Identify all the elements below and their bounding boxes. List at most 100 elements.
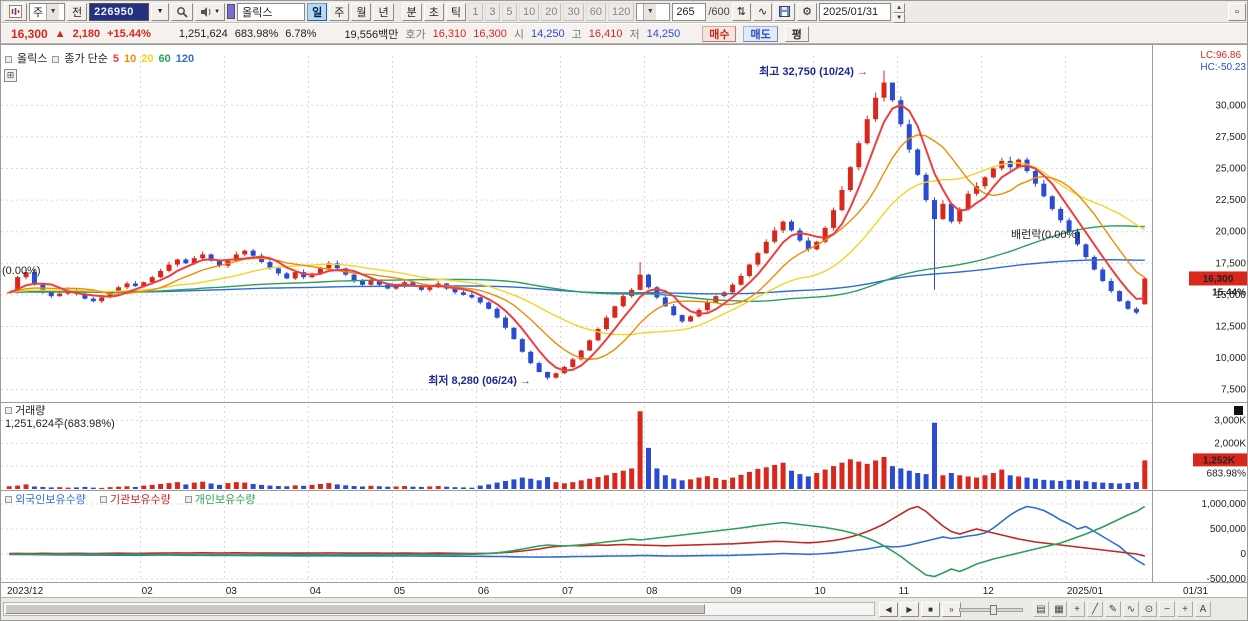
period-week-button[interactable]: 주	[329, 2, 350, 21]
svg-text:500,000: 500,000	[1210, 524, 1247, 535]
svg-text:08: 08	[646, 586, 658, 597]
buy-button[interactable]: 매수	[702, 25, 737, 42]
trendline-icon[interactable]: ╱	[1087, 601, 1103, 617]
announcement-icon[interactable]: ▼	[195, 2, 226, 21]
period-month-button[interactable]: 월	[351, 2, 372, 21]
volume-header: 거래량 1,251,624주(683.98%)	[5, 405, 115, 431]
period-second-button[interactable]: 초	[423, 2, 444, 21]
quote-bar: 16,300 ▲ 2,180 +15.44% 1,251,624 683.98%…	[1, 24, 1247, 44]
stock-name-input[interactable]: 올릭스	[237, 2, 306, 21]
arrow-right-icon: →	[857, 66, 868, 78]
svg-text:-500,000: -500,000	[1207, 574, 1247, 585]
scroll-right-button[interactable]: ▶	[900, 602, 919, 617]
zoom-in-icon[interactable]: +	[1177, 601, 1193, 617]
chart-settings-icon[interactable]: ⚙	[797, 2, 818, 21]
spinner-down-icon[interactable]: ▼	[893, 12, 906, 23]
interval-select[interactable]: ▼	[636, 2, 671, 21]
chart-canvas[interactable]: 30,00027,50025,00022,50020,00017,50015,0…	[1, 44, 1248, 597]
sell-button[interactable]: 매도	[743, 25, 778, 42]
ma-period-120: 120	[175, 53, 195, 65]
font-size-icon[interactable]: A	[1195, 601, 1211, 617]
low-annotation: 최저 8,280 (06/24) →	[369, 375, 531, 388]
period-tick-button[interactable]: 틱	[445, 2, 466, 21]
period-minute-button[interactable]: 분	[401, 2, 422, 21]
high-annotation: 최고 32,750 (10/24) →	[696, 66, 868, 79]
chart-menu-icon[interactable]	[4, 2, 27, 21]
chevron-down-icon: ▼	[643, 3, 657, 20]
minute-1-button[interactable]: 1	[467, 2, 483, 21]
candle-total-label: /600	[708, 5, 730, 18]
minute-60-button[interactable]: 60	[585, 2, 606, 21]
current-price: 16,300	[11, 26, 48, 41]
ownership-bullet-icon	[184, 496, 192, 503]
speaker-icon	[201, 6, 211, 17]
scale-updown-icon[interactable]: ⇅	[731, 2, 751, 21]
minute-120-button[interactable]: 120	[607, 2, 635, 21]
high-annotation-text: 최고 32,750 (10/24)	[759, 66, 854, 78]
legend-grid-icon[interactable]: ⊞	[4, 69, 17, 82]
save-chart-icon[interactable]	[774, 2, 796, 21]
code-dropdown-icon[interactable]: ▼	[151, 2, 170, 21]
floppy-disk-icon	[779, 6, 791, 17]
minute-5-button[interactable]: 5	[501, 2, 517, 21]
crosshair-icon[interactable]: +	[1069, 601, 1085, 617]
date-spinner[interactable]: ▲ ▼	[893, 2, 906, 23]
bottom-bar: ◀ ▶ ■ » ▤ ▦ + ╱ ✎ ∿ ⊙ − + A	[1, 597, 1247, 620]
scroll-stop-button[interactable]: ■	[921, 602, 940, 617]
svg-text:12,500: 12,500	[1215, 321, 1246, 332]
toolbar-more-icon[interactable]: ▫	[1228, 2, 1246, 21]
svg-text:01/31: 01/31	[1183, 586, 1208, 597]
svg-text:22,500: 22,500	[1215, 195, 1246, 206]
period-day-button[interactable]: 일	[307, 2, 328, 21]
candle-count-input[interactable]: 265	[672, 2, 707, 21]
multi-chart-icon[interactable]: ▦	[1051, 601, 1067, 617]
pencil-icon[interactable]: ✎	[1105, 601, 1121, 617]
zoom-slider[interactable]	[959, 605, 1023, 615]
price-change-pct: +15.44%	[107, 27, 151, 40]
zoom-slider-thumb[interactable]	[990, 605, 997, 615]
chart-scrollbar[interactable]	[3, 602, 875, 616]
legend-symbol: 올릭스	[17, 53, 48, 65]
hoga-label: 호가	[405, 28, 426, 41]
ask-price: 16,310	[432, 27, 467, 40]
scroll-left-button[interactable]: ◀	[879, 602, 898, 617]
minute-30-button[interactable]: 30	[563, 2, 584, 21]
high-label: 고	[571, 28, 582, 41]
ma-period-20: 20	[141, 53, 154, 65]
hc-value: HC:-50.23	[1200, 62, 1246, 73]
open-label: 시	[513, 28, 525, 41]
indicator-icon[interactable]: ∿	[1123, 601, 1139, 617]
minute-20-button[interactable]: 20	[541, 2, 562, 21]
svg-text:03: 03	[226, 586, 238, 597]
stock-code-input[interactable]: 226950	[89, 2, 150, 21]
svg-text:10,000: 10,000	[1215, 353, 1246, 364]
spinner-up-icon[interactable]: ▲	[893, 2, 906, 13]
up-arrow-icon: ▲	[54, 27, 66, 40]
prev-stock-button[interactable]: 전	[67, 2, 88, 21]
minute-10-button[interactable]: 10	[518, 2, 540, 21]
magnifier-icon[interactable]: ⊙	[1141, 601, 1157, 617]
svg-text:16,300: 16,300	[1203, 274, 1234, 285]
volume-option-icon[interactable]	[1234, 406, 1243, 415]
avg-button[interactable]: 평	[784, 25, 809, 42]
line-style-icon[interactable]: ∿	[752, 2, 773, 21]
price-change: 2,180	[72, 27, 101, 40]
svg-text:3,000K: 3,000K	[1214, 415, 1246, 426]
open-price: 14,250	[531, 27, 565, 40]
high-price: 16,410	[588, 27, 623, 40]
market-type-select[interactable]: 주 ▼	[29, 2, 65, 21]
ownership-legend: 외국인보유수량 기관보유수량 개인보유수량	[5, 494, 256, 507]
chart-date-input[interactable]: 2025/01/31	[819, 2, 892, 21]
minute-3-button[interactable]: 3	[484, 2, 500, 21]
svg-text:0: 0	[1240, 549, 1246, 560]
period-year-button[interactable]: 년	[373, 2, 394, 21]
split-screen-icon[interactable]: ▤	[1033, 601, 1049, 617]
volume-pct: 683.98%	[234, 27, 279, 40]
scrollbar-thumb[interactable]	[5, 604, 705, 614]
candle-count-value: 265	[676, 5, 695, 18]
stock-color-swatch	[227, 4, 236, 19]
stock-search-icon[interactable]	[171, 2, 194, 21]
zoom-out-icon[interactable]: −	[1159, 601, 1175, 617]
svg-text:12: 12	[983, 586, 995, 597]
overlay-stock-label: 배런락(0.00%)	[1011, 229, 1080, 241]
